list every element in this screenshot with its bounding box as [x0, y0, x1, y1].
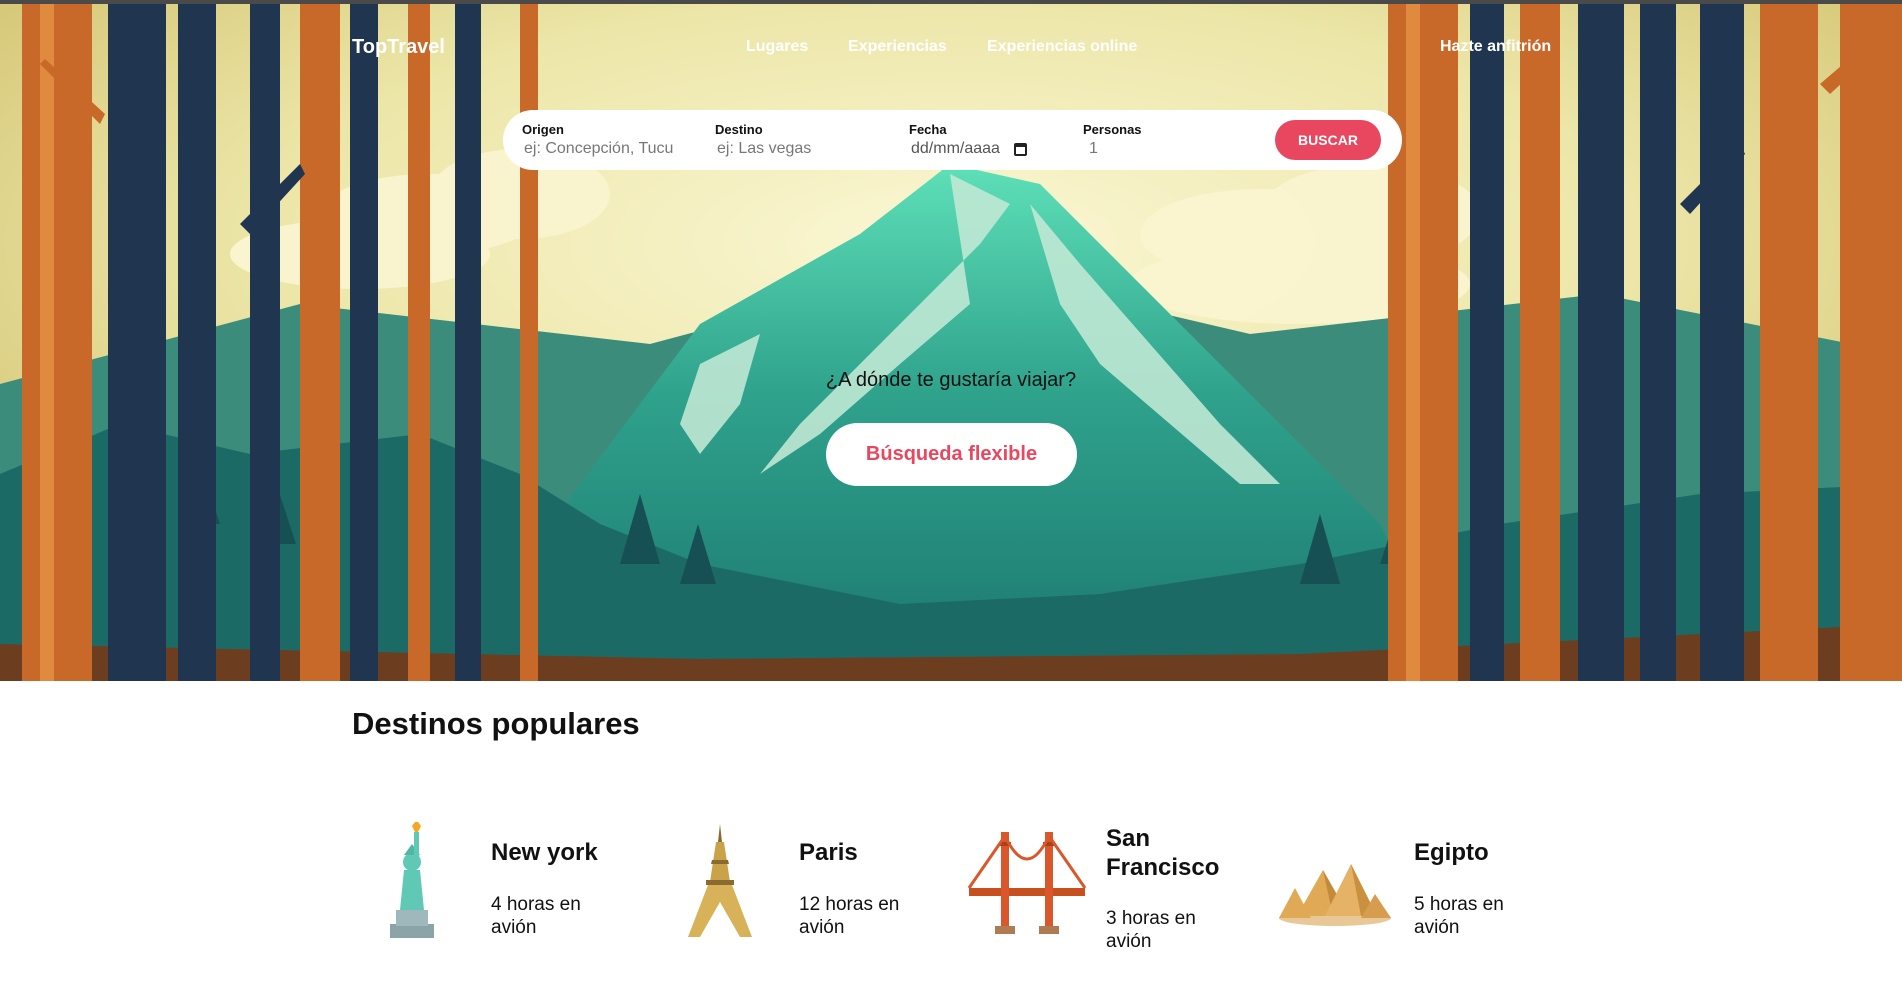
destination-card-egipto[interactable]: Egipto 5 horas en avión [1275, 822, 1575, 942]
hero-banner: TopTravel Lugares Experiencias Experienc… [0, 0, 1902, 681]
buscar-button[interactable]: BUSCAR [1275, 120, 1381, 160]
forest-mountain-illustration [0, 4, 1902, 681]
destination-name: San Francisco [1106, 825, 1220, 881]
destination-name: Paris [799, 839, 858, 866]
top-navigation: TopTravel Lugares Experiencias Experienc… [0, 4, 1902, 84]
destination-card-san-francisco[interactable]: San Francisco 3 horas en avión [967, 822, 1267, 952]
search-bar: Origen Destino Fecha dd/mm/aaaa Personas… [503, 110, 1402, 170]
destination-duration: 4 horas en avión [491, 894, 581, 938]
destino-label: Destino [715, 122, 763, 137]
destination-card-new-york[interactable]: New york 4 horas en avión [352, 822, 652, 942]
nav-link-lugares[interactable]: Lugares [746, 38, 808, 56]
fecha-field: Fecha dd/mm/aaaa [909, 122, 1027, 158]
flexible-search-button[interactable]: Búsqueda flexible [826, 423, 1077, 486]
personas-field: Personas 1 [1083, 122, 1203, 158]
destino-input[interactable] [715, 140, 885, 158]
origen-label: Origen [522, 122, 564, 137]
eiffel-tower-icon [688, 824, 752, 937]
nav-link-experiencias-online[interactable]: Experiencias online [987, 38, 1137, 56]
golden-gate-bridge-icon [967, 832, 1087, 934]
destination-duration: 12 horas en avión [799, 894, 900, 938]
fecha-value: dd/mm/aaaa [911, 140, 1000, 157]
personas-input[interactable]: 1 [1083, 140, 1203, 158]
destino-field: Destino [715, 122, 885, 158]
statue-of-liberty-icon [390, 822, 434, 938]
fecha-label: Fecha [909, 122, 947, 137]
origen-input[interactable] [522, 140, 692, 158]
brand-logo[interactable]: TopTravel [352, 36, 445, 59]
nav-link-experiencias[interactable]: Experiencias [848, 38, 947, 56]
destination-name: Egipto [1414, 839, 1489, 866]
origen-field: Origen [522, 122, 692, 158]
destination-name: New york [491, 839, 598, 866]
hero-question: ¿A dónde te gustaría viajar? [825, 369, 1077, 391]
destination-card-paris[interactable]: Paris 12 horas en avión [660, 822, 960, 942]
fecha-input[interactable]: dd/mm/aaaa [909, 140, 1027, 158]
pyramids-icon [1279, 864, 1391, 926]
destination-duration: 3 horas en avión [1106, 908, 1196, 952]
popular-destinations-title: Destinos populares [352, 706, 640, 741]
host-link[interactable]: Hazte anfitrión [1440, 38, 1551, 56]
calendar-icon[interactable] [1013, 142, 1027, 156]
personas-label: Personas [1083, 122, 1142, 137]
destination-duration: 5 horas en avión [1414, 894, 1504, 938]
